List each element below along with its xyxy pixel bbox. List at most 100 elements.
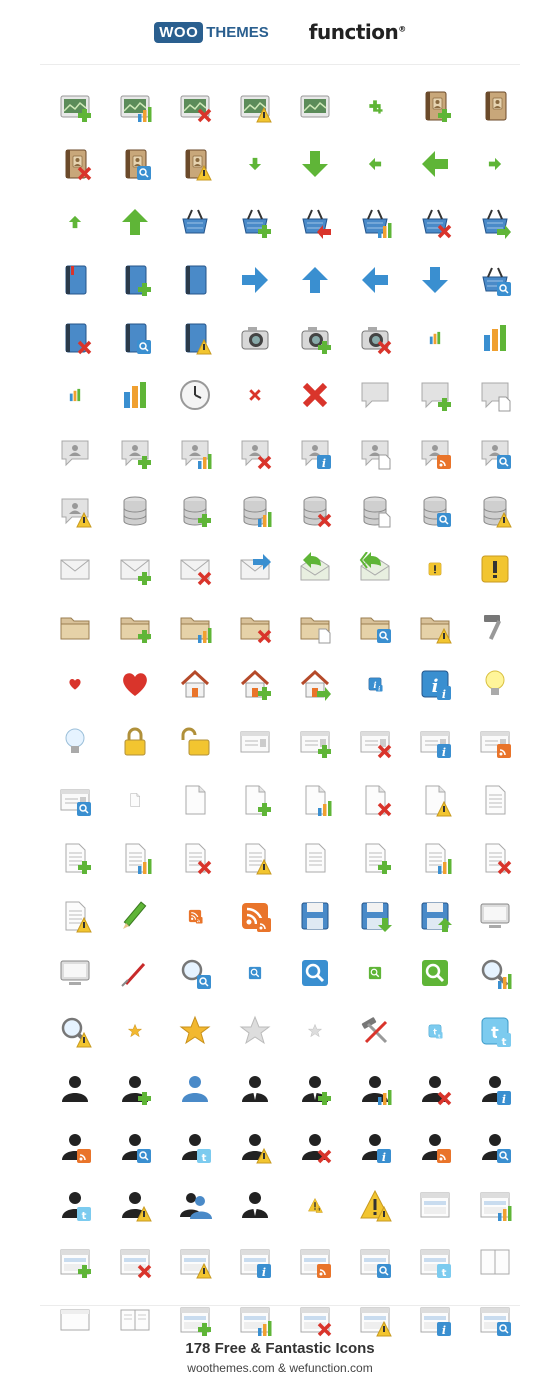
icon-cell: [405, 485, 465, 543]
icon-cell: [405, 889, 465, 947]
comment-user-add-icon: [118, 436, 152, 475]
icon-cell: [165, 196, 225, 254]
icon-cell: [165, 1236, 225, 1294]
icon-cell: [225, 253, 285, 311]
book-blue-icon: [178, 263, 212, 302]
window-rss-icon: [298, 1245, 332, 1284]
icon-cell: [405, 774, 465, 832]
home-icon: [178, 667, 212, 706]
icon-cell: [285, 831, 345, 889]
page-lines-delete-icon: [178, 841, 212, 880]
icon-cell: [405, 253, 465, 311]
star-small-icon: [127, 1023, 143, 1044]
function-logo: function®: [309, 20, 406, 44]
icon-cell: [405, 831, 465, 889]
function-logo-mark: ®: [398, 24, 406, 34]
star-grey-small-icon: [307, 1023, 323, 1044]
page-warning-icon: [418, 783, 452, 822]
icon-cell: [45, 369, 105, 427]
search-blue-small-icon: [247, 965, 263, 986]
window-search-icon: [358, 1245, 392, 1284]
icon-cell: ii: [405, 658, 465, 716]
arrow-right-icon: [238, 263, 272, 302]
svg-text:t: t: [442, 1268, 447, 1279]
svg-text:i: i: [502, 1093, 506, 1106]
window-info-2-icon: i: [418, 1303, 452, 1342]
icon-cell: [225, 427, 285, 485]
icon-cell: [165, 253, 225, 311]
icon-cell: [285, 1120, 345, 1178]
icon-cell: [225, 774, 285, 832]
icon-cell: [285, 196, 345, 254]
comment-user-info-icon: i: [298, 436, 332, 475]
page-lines-icon: [478, 783, 512, 822]
icon-cell: [45, 600, 105, 658]
info-small-icon: ii: [367, 676, 383, 697]
user-suit-add-icon: [298, 1072, 332, 1111]
icon-cell: [465, 889, 525, 947]
icon-cell: [285, 716, 345, 774]
icon-cell: [225, 658, 285, 716]
icon-cell: [465, 138, 525, 196]
image-add-icon: [58, 89, 92, 128]
icon-cell: [405, 600, 465, 658]
card-rss-icon: [478, 725, 512, 764]
search-chart-icon: [478, 956, 512, 995]
card-icon: [238, 725, 272, 764]
search-green-icon: [418, 956, 452, 995]
icon-cell: [225, 716, 285, 774]
icon-cell: [405, 1120, 465, 1178]
comment-user-icon: [58, 436, 92, 475]
pencil-icon: [118, 899, 152, 938]
warning-icon: [358, 1188, 392, 1227]
top-divider: [40, 64, 520, 65]
page-add-icon: [238, 783, 272, 822]
icon-cell: [345, 369, 405, 427]
home-go-icon: [298, 667, 332, 706]
add-small-icon: [367, 98, 383, 119]
icon-cell: [405, 196, 465, 254]
icon-cell: [465, 600, 525, 658]
icon-cell: [165, 542, 225, 600]
icon-cell: [105, 427, 165, 485]
icon-cell: [405, 138, 465, 196]
window-split-icon: [478, 1245, 512, 1284]
icon-cell: [465, 427, 525, 485]
icon-cell: [225, 80, 285, 138]
exclamation-small-icon: [427, 561, 443, 582]
icon-cell: [285, 947, 345, 1005]
icon-cell: [345, 427, 405, 485]
icon-cell: [465, 1236, 525, 1294]
contact-book-delete-icon: [58, 147, 92, 186]
icon-cell: [105, 311, 165, 369]
icon-cell: [225, 485, 285, 543]
icon-cell: [285, 485, 345, 543]
chart-icon: [478, 321, 512, 360]
image-chart-icon: [118, 89, 152, 128]
icon-cell: [105, 1236, 165, 1294]
icon-cell: [165, 716, 225, 774]
database-delete-icon: [298, 494, 332, 533]
close-small-icon: [247, 387, 263, 408]
comment-user-warning-icon: [58, 494, 92, 533]
user-search-2-icon: [478, 1130, 512, 1169]
svg-text:t: t: [202, 1153, 207, 1164]
mail-add-icon: [118, 552, 152, 591]
user-suit-icon: [238, 1072, 272, 1111]
save-icon: [298, 899, 332, 938]
database-icon: [118, 494, 152, 533]
icon-cell: [345, 774, 405, 832]
icon-cell: [225, 831, 285, 889]
comment-user-page-icon: [358, 436, 392, 475]
bottom-divider: [40, 1305, 520, 1306]
icon-cell: [405, 80, 465, 138]
svg-text:t: t: [82, 1211, 87, 1222]
icon-cell: [105, 658, 165, 716]
icon-cell: [165, 831, 225, 889]
footer-subtitle: woothemes.com & wefunction.com: [187, 1361, 373, 1375]
icon-cell: [285, 138, 345, 196]
window-search-2-icon: [478, 1303, 512, 1342]
icon-cell: [45, 774, 105, 832]
page-delete-icon: [358, 783, 392, 822]
icon-cell: [285, 889, 345, 947]
